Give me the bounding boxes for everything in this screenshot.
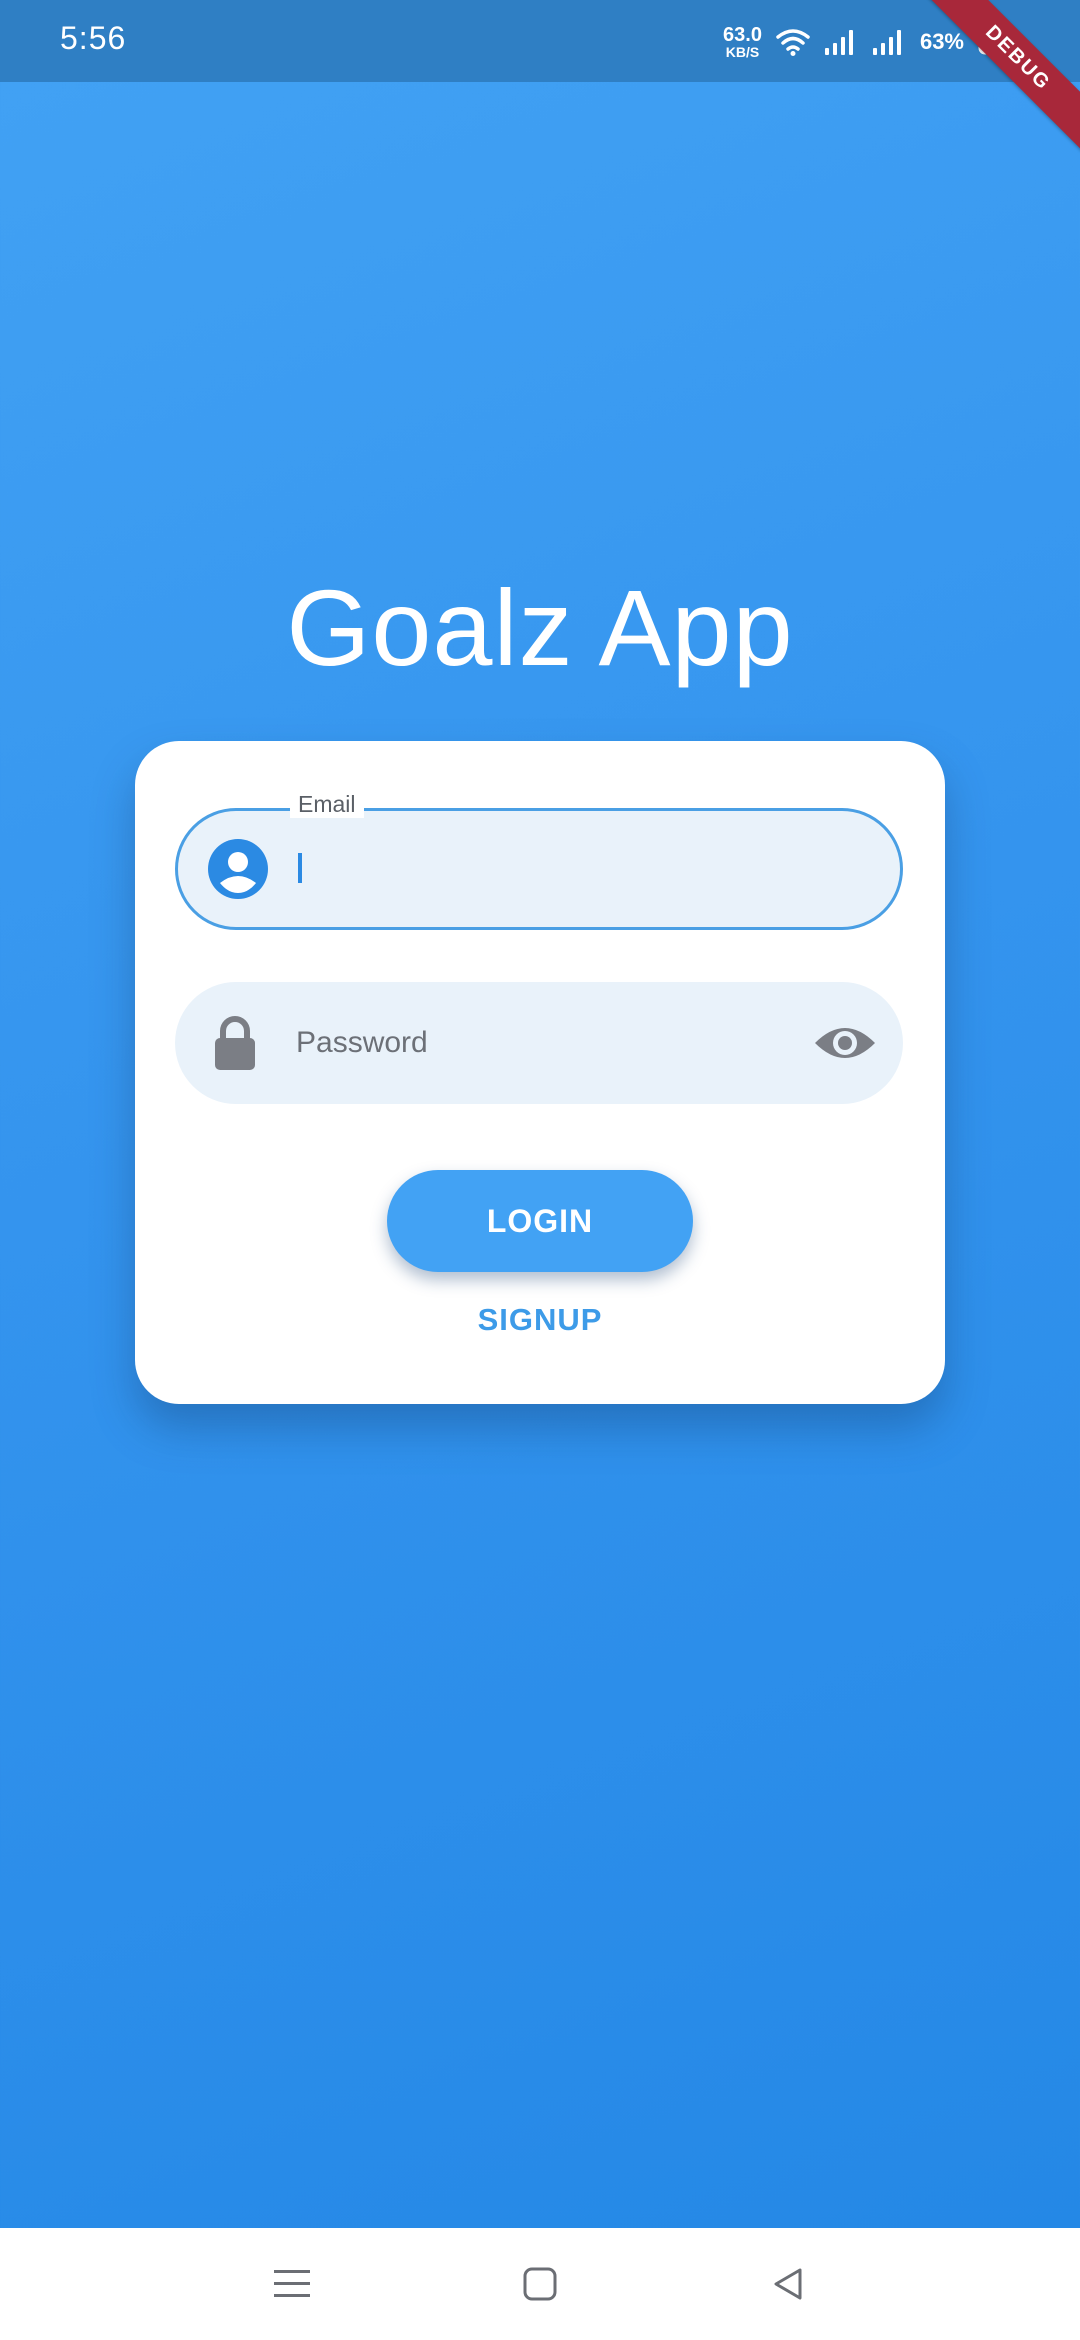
- home-square-icon: [523, 2267, 557, 2301]
- back-triangle-icon: [774, 2268, 802, 2300]
- password-field[interactable]: Password: [175, 982, 903, 1104]
- eye-icon: [815, 1028, 875, 1058]
- lock-icon: [215, 1016, 255, 1070]
- status-bar: 5:56 63.0 KB/S 63%: [0, 0, 1080, 82]
- account-circle-icon: [208, 839, 268, 899]
- network-speed-value: 63.0: [723, 24, 762, 46]
- menu-icon: [274, 2270, 310, 2297]
- login-card: Email Password LOGIN SIGNUP: [135, 741, 945, 1404]
- status-time: 5:56: [60, 20, 127, 56]
- back-button[interactable]: [762, 2258, 814, 2310]
- app-title: Goalz App: [286, 567, 794, 688]
- email-label: Email: [290, 791, 364, 818]
- menu-button[interactable]: [266, 2258, 318, 2310]
- wifi-icon: [776, 29, 810, 56]
- system-nav-bar: [0, 2228, 1080, 2340]
- network-speed-unit: KB/S: [725, 44, 760, 60]
- home-button[interactable]: [514, 2258, 566, 2310]
- text-cursor: [298, 853, 302, 883]
- password-placeholder: Password: [296, 1026, 428, 1059]
- signal-icon: [872, 30, 901, 55]
- network-speed: 63.0 KB/S: [723, 25, 762, 59]
- toggle-password-visibility-button[interactable]: [813, 1021, 877, 1065]
- signup-button[interactable]: SIGNUP: [135, 1302, 945, 1338]
- battery-percent: 63%: [919, 29, 964, 54]
- email-field[interactable]: Email: [175, 791, 903, 930]
- login-button[interactable]: LOGIN: [387, 1170, 693, 1272]
- signal-icon: [824, 30, 853, 55]
